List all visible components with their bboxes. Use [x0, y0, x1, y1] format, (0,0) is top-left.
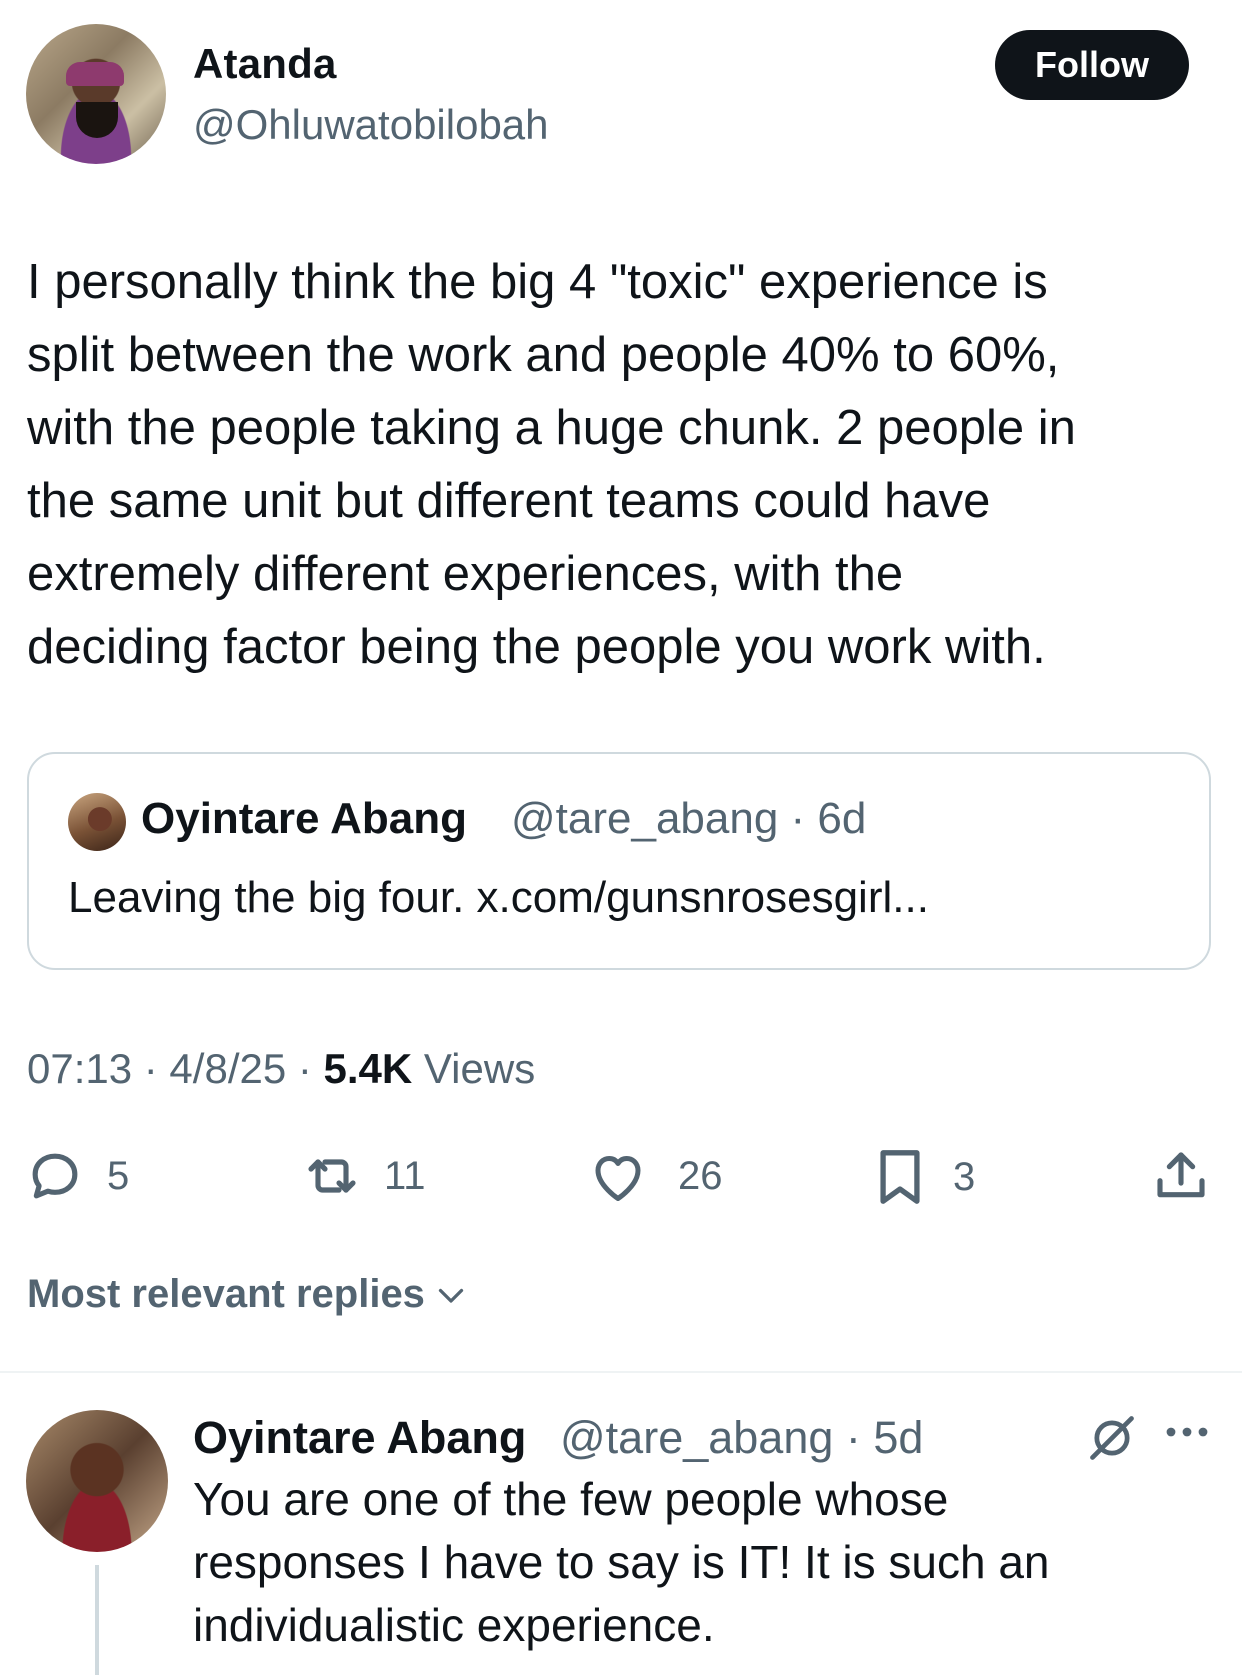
replies-sort-dropdown[interactable]: Most relevant replies: [27, 1272, 469, 1317]
reply-icon: [32, 1153, 78, 1199]
retweet-count: 11: [384, 1153, 426, 1198]
like-count: 26: [678, 1153, 723, 1198]
chevron-down-icon: [438, 1288, 464, 1303]
replies-sort-label: Most relevant replies: [27, 1272, 425, 1316]
tweet-time[interactable]: 07:13 · 4/8/25 ·: [27, 1045, 324, 1092]
quote-author-avatar[interactable]: [68, 793, 126, 851]
like-button[interactable]: 26: [588, 1148, 723, 1204]
more-options-icon[interactable]: [1163, 1420, 1211, 1444]
reply-text: You are one of the few people whose resp…: [193, 1473, 1050, 1651]
reply-button[interactable]: 5: [27, 1148, 129, 1204]
quote-author-handle-time: @tare_abang · 6d: [511, 794, 867, 843]
tweet-meta: 07:13 · 4/8/25 · 5.4K Views: [27, 1045, 535, 1093]
author-handle[interactable]: @Ohluwatobilobah: [193, 101, 549, 149]
author-name[interactable]: Atanda: [193, 40, 337, 88]
quote-tweet-card[interactable]: [27, 752, 1211, 970]
retweet-icon: [308, 1159, 356, 1193]
retweet-button[interactable]: 11: [304, 1148, 426, 1204]
reply-author-handle-time: @tare_abang · 5d: [560, 1412, 924, 1463]
share-button[interactable]: [1153, 1148, 1209, 1204]
reply-author-avatar[interactable]: [26, 1410, 168, 1552]
bookmark-icon: [880, 1150, 920, 1204]
section-divider: [0, 1371, 1242, 1373]
quote-text: Leaving the big four. x.com/gunsnrosesgi…: [68, 873, 929, 922]
quote-author-name[interactable]: Oyintare Abang: [141, 794, 467, 844]
avatar-cap: [66, 62, 124, 86]
reply-author-name[interactable]: Oyintare Abang: [193, 1412, 526, 1464]
follow-button[interactable]: Follow: [995, 30, 1189, 100]
share-icon: [1157, 1152, 1205, 1198]
bookmark-count: 3: [953, 1154, 976, 1199]
views-count: 5.4K: [323, 1045, 413, 1092]
reply-count: 5: [107, 1153, 130, 1198]
tweet-text: I personally think the big 4 "toxic" exp…: [27, 255, 1076, 674]
views-label: Views: [412, 1045, 536, 1092]
author-avatar[interactable]: [26, 24, 166, 164]
heart-icon: [595, 1156, 641, 1201]
thread-line: [95, 1565, 99, 1675]
bookmark-button[interactable]: 3: [875, 1148, 975, 1206]
grok-icon[interactable]: [1086, 1412, 1138, 1464]
avatar-beard: [76, 102, 118, 138]
